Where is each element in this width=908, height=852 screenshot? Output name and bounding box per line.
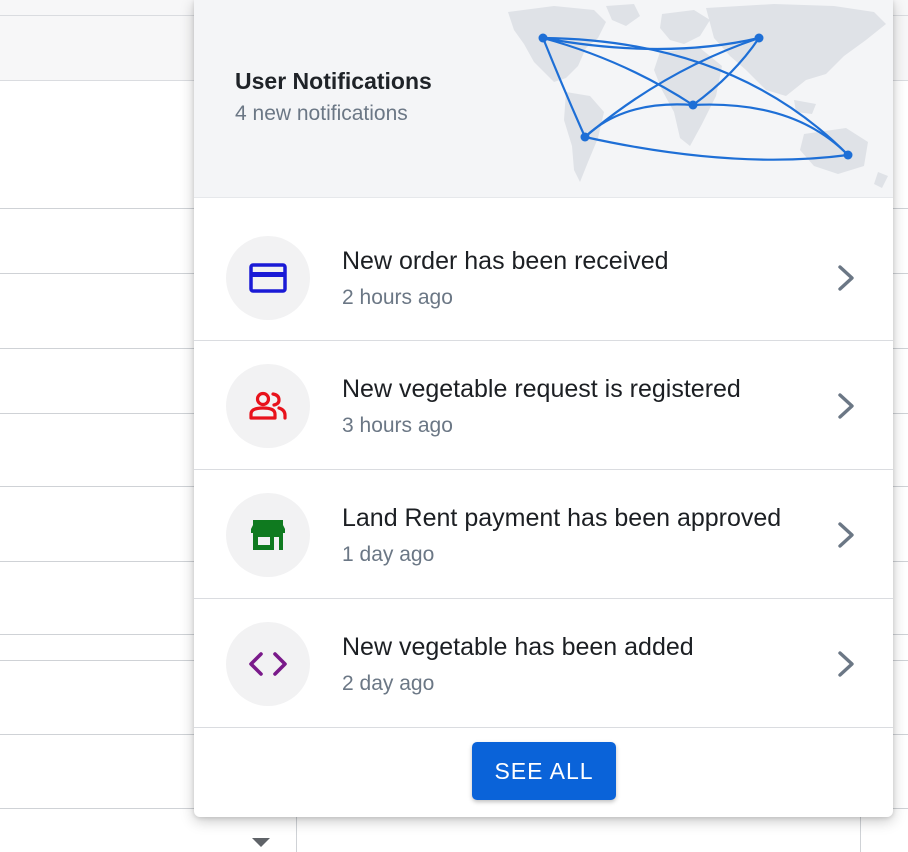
chevron-right-icon[interactable] <box>834 649 858 679</box>
chevron-right-icon[interactable] <box>834 520 858 550</box>
notification-title: Land Rent payment has been approved <box>342 504 782 532</box>
notification-time: 2 hours ago <box>342 286 453 309</box>
notification-avatar <box>226 364 310 448</box>
notification-time: 2 day ago <box>342 672 435 695</box>
notification-time: 1 day ago <box>342 543 435 566</box>
code-icon <box>249 652 287 676</box>
notification-avatar <box>226 236 310 320</box>
notification-time: 3 hours ago <box>342 414 453 437</box>
see-all-button[interactable]: SEE ALL <box>472 742 616 800</box>
notifications-panel: User Notifications 4 new notifications N… <box>194 0 893 817</box>
panel-subtitle: 4 new notifications <box>235 102 408 125</box>
notification-avatar <box>226 493 310 577</box>
chevron-right-icon[interactable] <box>834 263 858 293</box>
notification-item[interactable]: Land Rent payment has been approved 1 da… <box>194 470 893 599</box>
dropdown-caret-icon[interactable] <box>252 838 270 847</box>
store-icon <box>251 520 285 550</box>
panel-title: User Notifications <box>235 68 432 94</box>
notification-item[interactable]: New order has been received 2 hours ago <box>194 213 893 341</box>
notification-avatar <box>226 622 310 706</box>
credit-card-icon <box>249 263 287 293</box>
notification-list: New order has been received 2 hours ago … <box>194 213 893 728</box>
users-icon <box>249 391 287 420</box>
world-map-illustration <box>508 4 888 188</box>
notifications-header: User Notifications 4 new notifications <box>194 0 893 198</box>
chevron-right-icon[interactable] <box>834 391 858 421</box>
notification-title: New vegetable has been added <box>342 633 694 661</box>
notification-item[interactable]: New vegetable request is registered 3 ho… <box>194 341 893 470</box>
notification-item[interactable]: New vegetable has been added 2 day ago <box>194 599 893 728</box>
notification-title: New vegetable request is registered <box>342 375 741 403</box>
notification-title: New order has been received <box>342 247 669 275</box>
